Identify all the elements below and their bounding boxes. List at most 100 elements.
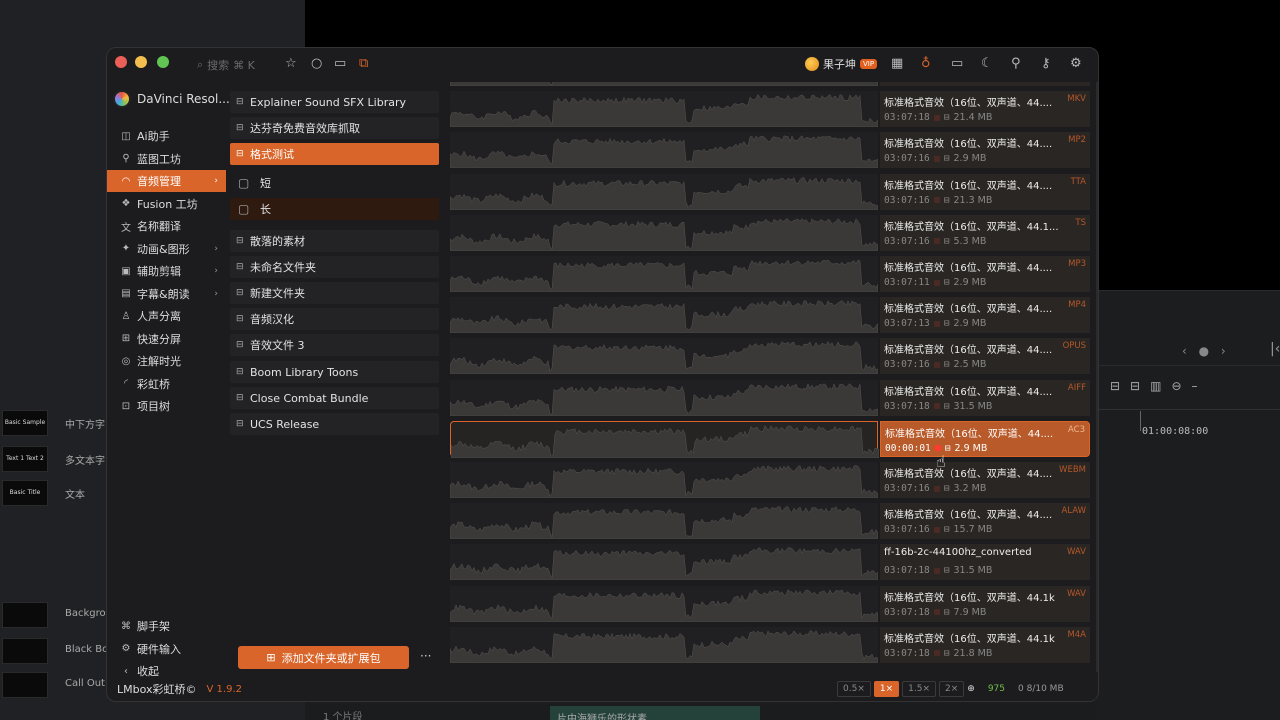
sidebar-item[interactable]: ⚲ 蓝图工坊 <box>107 148 226 170</box>
color-tag-icon[interactable] <box>933 403 940 410</box>
audio-file-row[interactable]: 标准格式音效（16位、双声道、44.1k M4A 03:07:18 ⊟ 21.8 MB <box>450 626 1090 663</box>
playback-speed-button[interactable]: 2× <box>939 681 965 697</box>
library-item[interactable]: ⊟ 格式测试 <box>230 143 439 165</box>
audio-file-row[interactable]: 03:07:16⊟15.7 MB <box>450 82 1090 86</box>
star-icon[interactable]: ☆ <box>285 56 297 72</box>
library-item[interactable]: ⊟ Boom Library Toons <box>230 361 439 383</box>
sidebar-item[interactable]: ◎ 注解时光 <box>107 350 226 372</box>
library-item[interactable]: ⊟ 达芬奇免费音效库抓取 <box>230 117 439 139</box>
waveform[interactable] <box>450 132 878 169</box>
sidebar-bottom-item[interactable]: ‹ 收起 <box>107 660 226 682</box>
waveform[interactable] <box>450 420 879 458</box>
host-effect-item[interactable]: Basic Title 文本 <box>0 478 110 508</box>
audio-file-row[interactable]: 标准格式音效（16位、双声道、44.... MKV 03:07:18 ⊟ 21.4 MB <box>450 91 1090 128</box>
host-zoom-tools[interactable]: ⊟⊟▥⊖– <box>1110 379 1208 393</box>
color-tag-icon[interactable] <box>933 238 940 245</box>
color-tag-icon[interactable] <box>933 197 940 204</box>
waveform[interactable] <box>450 91 878 128</box>
waveform[interactable] <box>450 626 878 663</box>
waveform[interactable] <box>450 214 878 251</box>
host-effect-item[interactable]: Call Out <box>0 670 110 700</box>
audio-file-row[interactable]: 标准格式音效（16位、双声道、44.... AC3 00:00:01 ⊟ 2.9 MB <box>450 420 1090 458</box>
sidebar-bottom-item[interactable]: ⌘ 脚手架 <box>107 615 226 637</box>
sidebar-item[interactable]: ◜ 彩虹桥 <box>107 373 226 395</box>
library-item[interactable]: ⊟ 散落的素材 <box>230 230 439 252</box>
color-tag-icon[interactable] <box>933 526 940 533</box>
sidebar-item[interactable]: ⊡ 项目树 <box>107 395 226 417</box>
waveform[interactable] <box>450 585 878 622</box>
library-item[interactable]: ⊟ Explainer Sound SFX Library <box>230 91 439 113</box>
folder-icon[interactable]: ▭ <box>334 56 346 72</box>
library-item[interactable]: ⊟ 音频汉化 <box>230 308 439 330</box>
sidebar-item[interactable]: ▣ 辅助剪辑 › <box>107 260 226 282</box>
audio-file-row[interactable]: 标准格式音效（16位、双声道、44.... AIFF 03:07:18 ⊟ 31.5 M… <box>450 379 1090 416</box>
library-item[interactable]: ⊟ Close Combat Bundle <box>230 387 439 409</box>
library-item[interactable]: ⊟ 音效文件 3 <box>230 334 439 356</box>
playback-speed-button[interactable]: 1× <box>873 681 900 697</box>
waveform[interactable] <box>450 462 878 498</box>
waveform[interactable] <box>450 503 878 540</box>
audio-file-row[interactable]: 标准格式音效（16位、双声道、44.1... TS 03:07:16 ⊟ 5.3 MB <box>450 214 1090 251</box>
audio-file-row[interactable]: 标准格式音效（16位、双声道、44.... OPUS 03:07:16 ⊟ 2.5 MB <box>450 338 1090 375</box>
waveform[interactable] <box>450 379 878 416</box>
more-options-button[interactable]: ··· <box>420 649 431 663</box>
color-tag-icon[interactable] <box>933 155 940 162</box>
message-icon[interactable]: ▭ <box>951 56 963 72</box>
library-item[interactable]: ⊟ UCS Release <box>230 413 439 435</box>
waveform[interactable] <box>450 338 878 375</box>
sidebar-bottom-item[interactable]: ⚙ 硬件输入 <box>107 638 226 660</box>
playback-speed-button[interactable]: 1.5× <box>902 681 936 697</box>
key-icon[interactable]: ⚷ <box>1041 56 1051 72</box>
minimize-window-button[interactable] <box>135 56 147 68</box>
app-selector[interactable]: DaVinci Resol... <box>113 90 230 108</box>
maximize-window-button[interactable] <box>157 56 169 68</box>
copy-icon[interactable]: ⧉ <box>359 56 368 72</box>
color-tag-icon[interactable] <box>933 279 940 286</box>
sidebar-item[interactable]: ❖ Fusion 工坊 <box>107 193 226 215</box>
add-folder-button[interactable]: ⊞ 添加文件夹或扩展包 <box>238 646 409 669</box>
audio-file-row[interactable]: 标准格式音效（16位、双声道、44.... TTA 03:07:16 ⊟ 21.3 MB <box>450 173 1090 210</box>
host-nav-more[interactable]: |‹ <box>1270 341 1280 357</box>
waveform[interactable] <box>450 173 878 210</box>
settings-icon[interactable]: ⚙ <box>1070 56 1082 72</box>
sidebar-item[interactable]: ♙ 人声分离 <box>107 305 226 327</box>
audio-file-row[interactable]: 标准格式音效（16位、双声道、44.... ALAW 03:07:16 ⊟ 15.7 M… <box>450 503 1090 540</box>
sidebar-item[interactable]: ▤ 字幕&朗读 › <box>107 283 226 305</box>
waveform[interactable] <box>450 544 878 581</box>
host-effect-item[interactable]: Backgro <box>0 600 110 630</box>
close-window-button[interactable] <box>115 56 127 68</box>
subfolder-item[interactable]: ▢ 长 <box>230 198 439 220</box>
host-page-nav[interactable]: ‹ ● › <box>1182 344 1230 358</box>
playback-speed-button[interactable]: 0.5× <box>837 681 871 697</box>
pin-icon[interactable]: ⚲ <box>1011 56 1021 72</box>
sidebar-item[interactable]: 文名称翻译 <box>107 215 226 237</box>
library-item[interactable]: ⊟ 未命名文件夹 <box>230 256 439 278</box>
audio-file-row[interactable]: 标准格式音效（16位、双声道、44.... MP3 03:07:11 ⊟ 2.9 MB <box>450 256 1090 292</box>
audio-file-row[interactable]: ff-16b-2c-44100hz_converted WAV 03:07:18 ⊟ 3… <box>450 544 1090 581</box>
waveform[interactable] <box>450 256 878 292</box>
color-tag-icon[interactable] <box>933 567 940 574</box>
subfolder-item[interactable]: ▢ 短 <box>230 172 439 194</box>
search-box[interactable]: ⌕ 搜索 ⌘ K <box>197 57 255 73</box>
library-item[interactable]: ⊟ 新建文件夹 <box>230 282 439 304</box>
calendar-icon[interactable]: ▦ <box>891 56 903 72</box>
moon-icon[interactable]: ☾ <box>981 56 993 72</box>
host-effect-item[interactable]: Basic Sample 中下方字 <box>0 408 110 438</box>
color-tag-icon[interactable] <box>933 485 940 492</box>
file-list-scrollbar[interactable] <box>1096 82 1098 672</box>
sidebar-item[interactable]: ⊞ 快速分屏 <box>107 328 226 350</box>
circle-icon[interactable]: ○ <box>311 56 322 72</box>
audio-file-row[interactable]: 标准格式音效（16位、双声道、44.... WEBM 03:07:16 ⊟ 3.2 MB <box>450 462 1090 498</box>
audio-file-row[interactable]: 标准格式音效（16位、双声道、44.1k WAV 03:07:18 ⊟ 7.9 MB <box>450 585 1090 622</box>
color-tag-icon[interactable] <box>933 609 940 616</box>
lightbulb-icon[interactable]: ♁ <box>921 56 931 72</box>
sidebar-item[interactable]: ◠ 音频管理 › <box>107 170 226 192</box>
color-tag-icon[interactable] <box>933 114 940 121</box>
host-effect-item[interactable]: Text 1 Text 2 多文本字 <box>0 444 110 474</box>
sidebar-item[interactable]: ✦ 动画&图形 › <box>107 238 226 260</box>
color-tag-icon[interactable] <box>933 320 940 327</box>
waveform[interactable] <box>450 297 878 334</box>
color-tag-icon[interactable] <box>933 361 940 368</box>
color-tag-icon[interactable] <box>934 445 941 452</box>
audio-file-row[interactable]: 标准格式音效（16位、双声道、44.... MP2 03:07:16 ⊟ 2.9 MB <box>450 132 1090 169</box>
